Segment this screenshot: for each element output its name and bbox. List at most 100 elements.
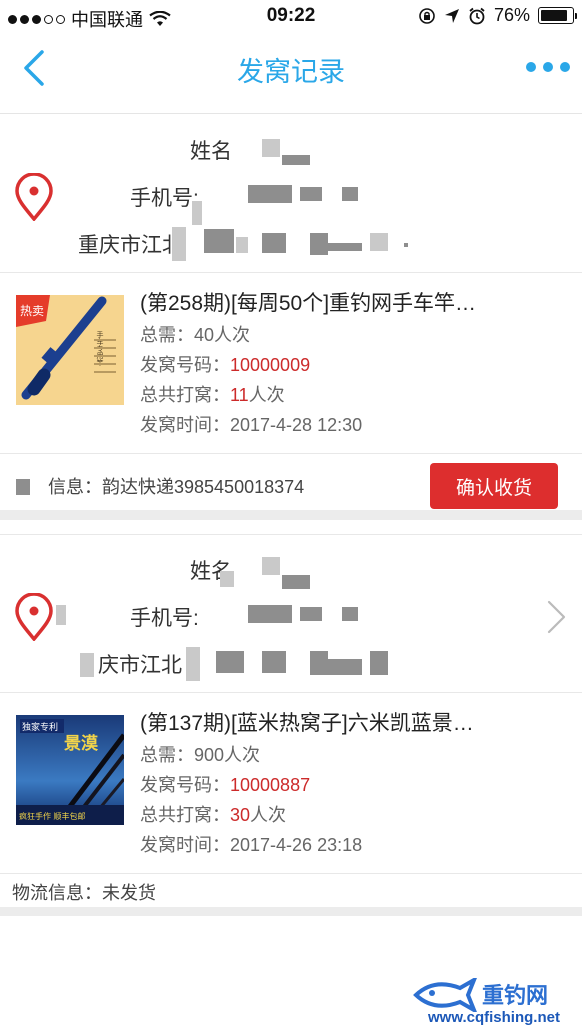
product-hits: 总共打窝：11人次: [140, 381, 285, 407]
redacted-address: [186, 647, 200, 681]
status-right: 76%: [418, 5, 577, 26]
hits-unit: 人次: [248, 385, 285, 405]
status-bar: 中国联通 09:22 76%: [0, 0, 582, 34]
phone-label: 手机号:: [130, 607, 199, 630]
redacted-address: [204, 229, 234, 253]
total-value: 40人次: [194, 325, 251, 345]
logistics-text: 物流信息：未发货: [12, 883, 156, 903]
logistics-text: 信息：韵达快递3985450018374: [48, 477, 305, 497]
hits-unit: 人次: [250, 805, 287, 825]
fish-logo-icon: [413, 978, 477, 1012]
time-label: 发窝时间：: [140, 415, 230, 435]
nav-bar: 发窝记录: [0, 34, 582, 114]
product-time: 发窝时间：2017-4-26 23:18: [140, 831, 362, 857]
redacted-address: [370, 233, 388, 251]
redacted-phone: [300, 187, 322, 201]
hits-value: 30: [230, 805, 251, 825]
time-value: 2017-4-26 23:18: [230, 835, 363, 855]
thumb-footer-text: 疯狂手作 顺丰包邮: [19, 811, 86, 821]
more-dot-icon: [526, 62, 536, 72]
location-pin-icon: [15, 173, 53, 221]
time-label: 发窝时间：: [140, 835, 230, 855]
product-total: 总需：40人次: [140, 321, 250, 347]
rotation-lock-icon: [419, 7, 435, 24]
watermark-url: www.cqfishing.net: [428, 1009, 560, 1026]
product-total: 总需：900人次: [140, 741, 260, 767]
redacted-address: [172, 227, 186, 261]
address-section[interactable]: 姓名 手机号: 重庆市江北: [0, 115, 582, 271]
redacted-mark: [56, 605, 66, 625]
location-arrow-icon: [444, 8, 459, 23]
product-thumbnail: 热卖 手车专用竿: [16, 295, 124, 405]
more-button[interactable]: [526, 52, 570, 82]
logistics-section: 信息：韵达快递3985450018374 确认收货: [0, 455, 582, 515]
redacted-phone: [342, 607, 358, 621]
more-dot-icon: [543, 62, 553, 72]
logistics-section: 物流信息：未发货: [0, 873, 582, 907]
battery-percent: 76%: [493, 5, 530, 25]
section-gap: [0, 907, 582, 916]
total-value: 900人次: [194, 745, 261, 765]
site-watermark: 重钓网 www.cqfishing.net: [412, 978, 572, 1030]
redacted-address: [370, 651, 388, 675]
product-section[interactable]: 独家专利 景漠 疯狂手作 顺丰包邮 (第137期)[蓝米热窝子]六米凯蓝景… 总…: [0, 693, 582, 873]
thumb-title-text: 景漠: [64, 733, 99, 754]
location-pin-icon: [15, 593, 53, 641]
thumb-badge-text: 热卖: [20, 304, 44, 318]
redacted-logistics-label: [16, 479, 30, 495]
redacted-phone: [248, 185, 292, 203]
number-label: 发窝号码：: [140, 775, 230, 795]
divider: [0, 453, 582, 454]
redacted-address: [80, 653, 94, 677]
redacted-address: [236, 237, 248, 253]
redacted-phone: [248, 605, 292, 623]
section-gap: [0, 510, 582, 520]
hits-value: 11: [230, 385, 249, 405]
product-hits: 总共打窝：30人次: [140, 801, 286, 827]
redacted-name: [220, 571, 234, 587]
hits-label: 总共打窝：: [140, 805, 230, 825]
page-title: 发窝记录: [237, 57, 345, 87]
redacted-name: [262, 139, 280, 157]
address-section[interactable]: 姓名 手机号: 庆市江北: [0, 535, 582, 691]
total-label: 总需：: [140, 325, 194, 345]
redacted-address: [328, 243, 362, 251]
alarm-icon: [469, 7, 485, 24]
redacted-name: [262, 557, 280, 575]
fishing-rod-image: 热卖 手车专用竿: [16, 295, 124, 405]
chevron-right-icon[interactable]: [546, 599, 568, 635]
number-value: 10000887: [230, 775, 311, 795]
fishing-rod-image: 独家专利 景漠 疯狂手作 顺丰包邮: [16, 715, 124, 825]
watermark-brand: 重钓网: [482, 983, 549, 1008]
redacted-phone: [192, 201, 202, 225]
redacted-address: [216, 651, 244, 673]
more-dot-icon: [560, 62, 570, 72]
redacted-address: [310, 651, 328, 675]
product-title: (第137期)[蓝米热窝子]六米凯蓝景…: [140, 712, 474, 735]
number-value: 10000009: [230, 355, 311, 375]
address-text: 重庆市江北: [78, 234, 183, 257]
time-value: 2017-4-28 12:30: [230, 415, 363, 435]
redacted-phone: [342, 187, 358, 201]
number-label: 发窝号码：: [140, 355, 230, 375]
redacted-address: [310, 233, 328, 255]
redacted-name: [282, 575, 310, 589]
redacted-phone: [300, 607, 322, 621]
name-label: 姓名: [190, 140, 232, 163]
redacted-name: [282, 155, 310, 165]
redacted-address: [262, 651, 286, 673]
hits-label: 总共打窝：: [140, 385, 230, 405]
product-thumbnail: 独家专利 景漠 疯狂手作 顺丰包邮: [16, 715, 124, 825]
redacted-address: [262, 233, 286, 253]
battery-icon: [538, 7, 577, 24]
phone-label: 手机号:: [130, 187, 199, 210]
address-text: 庆市江北: [98, 654, 182, 677]
confirm-receipt-button[interactable]: 确认收货: [430, 463, 558, 509]
product-time: 发窝时间：2017-4-28 12:30: [140, 411, 362, 437]
product-section[interactable]: 热卖 手车专用竿 (第258期)[每周50个]重钓网手车竿… 总需：40人次 发…: [0, 273, 582, 453]
product-number: 发窝号码：10000887: [140, 771, 310, 797]
redacted-address: [404, 243, 408, 247]
total-label: 总需：: [140, 745, 194, 765]
thumb-badge-text: 独家专利: [22, 721, 58, 733]
product-title: (第258期)[每周50个]重钓网手车竿…: [140, 292, 477, 315]
